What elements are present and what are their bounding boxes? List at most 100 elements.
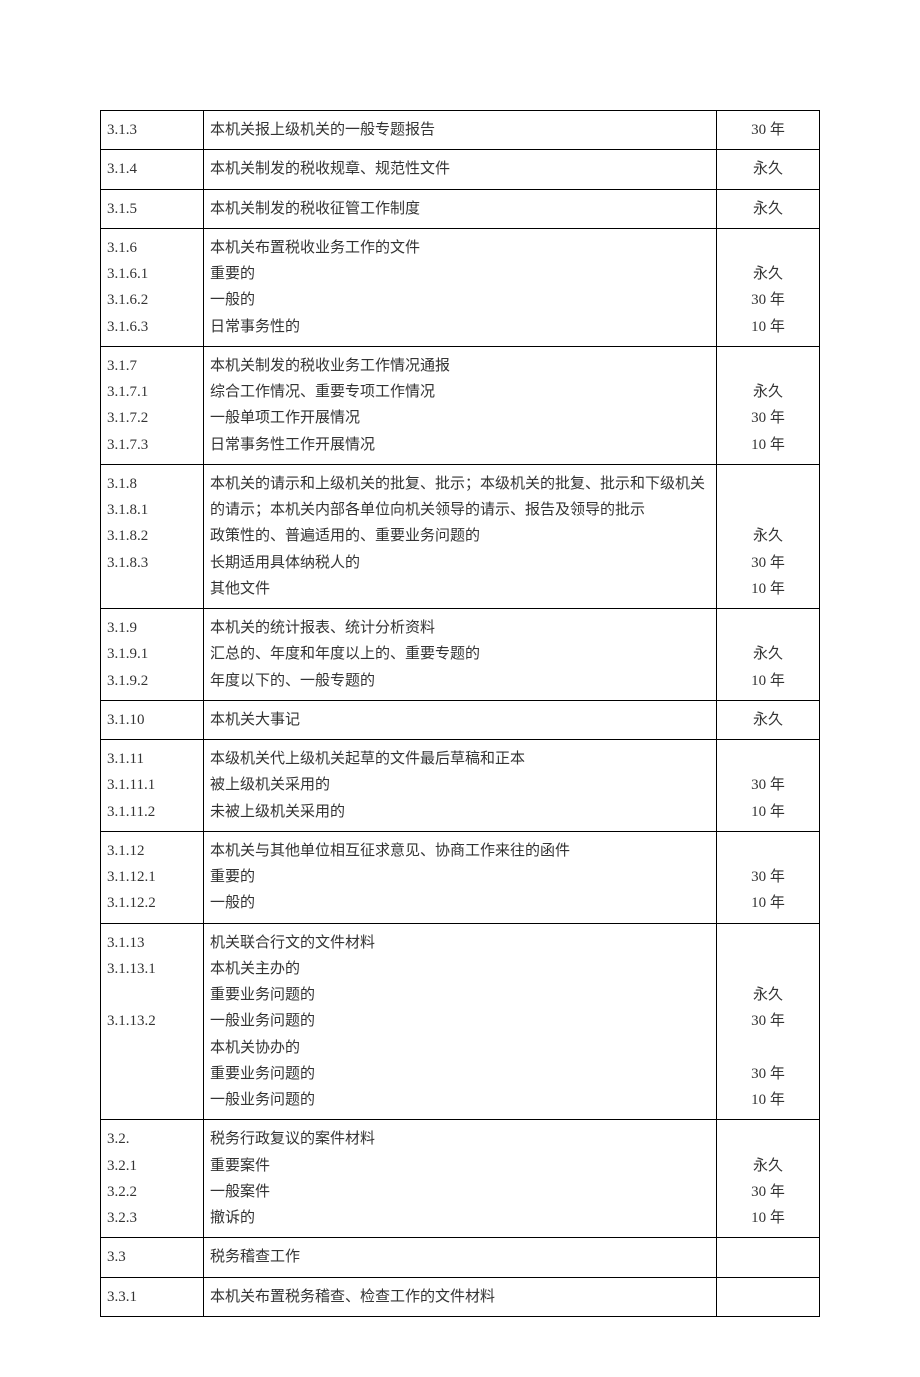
description-cell: 本机关大事记 — [204, 700, 717, 739]
code-line: 3.1.7.2 — [107, 405, 197, 431]
description-cell: 本机关的请示和上级机关的批复、批示；本级机关的批复、批示和下级机关的请示；本机关… — [204, 464, 717, 608]
code-line: 3.1.8.2 — [107, 523, 197, 549]
retention-line: 10 年 — [723, 432, 813, 458]
description-line: 本机关的统计报表、统计分析资料 — [210, 615, 710, 641]
description-line: 重要的 — [210, 261, 710, 287]
code-line: 3.1.13.1 — [107, 956, 197, 982]
description-line: 一般案件 — [210, 1179, 710, 1205]
description-line: 本机关制发的税收征管工作制度 — [210, 196, 710, 222]
description-line: 本级机关代上级机关起草的文件最后草稿和正本 — [210, 746, 710, 772]
code-line: 3.1.5 — [107, 196, 197, 222]
code-line: 3.1.6.3 — [107, 314, 197, 340]
code-line: 3.3.1 — [107, 1284, 197, 1310]
retention-line: 30 年 — [723, 1008, 813, 1034]
code-line: 3.1.8.3 — [107, 550, 197, 576]
description-cell: 本机关布置税收业务工作的文件重要的一般的日常事务性的 — [204, 228, 717, 346]
retention-table: 3.1.3本机关报上级机关的一般专题报告30 年3.1.4本机关制发的税收规章、… — [100, 110, 820, 1317]
retention-cell: 永久 — [717, 700, 820, 739]
code-line: 3.2.3 — [107, 1205, 197, 1231]
description-cell: 机关联合行文的文件材料本机关主办的重要业务问题的一般业务问题的本机关协办的重要业… — [204, 923, 717, 1120]
retention-line: 30 年 — [723, 405, 813, 431]
code-line: 3.1.6.2 — [107, 287, 197, 313]
retention-line: 永久 — [723, 261, 813, 287]
description-line: 一般的 — [210, 890, 710, 916]
code-line: 3.1.6.1 — [107, 261, 197, 287]
code-line: 3.2. — [107, 1126, 197, 1152]
description-line: 重要业务问题的 — [210, 1061, 710, 1087]
description-line: 汇总的、年度和年度以上的、重要专题的 — [210, 641, 710, 667]
retention-cell: 永久30 年10 年 — [717, 346, 820, 464]
description-line: 本机关报上级机关的一般专题报告 — [210, 117, 710, 143]
code-cell: 3.1.113.1.11.13.1.11.2 — [101, 740, 204, 832]
retention-line: 30 年 — [723, 772, 813, 798]
code-line: 3.3 — [107, 1244, 197, 1270]
code-line: 3.1.6 — [107, 235, 197, 261]
description-line: 本机关主办的 — [210, 956, 710, 982]
code-line: 3.1.13.2 — [107, 1008, 197, 1034]
description-line: 政策性的、普遍适用的、重要业务问题的 — [210, 523, 710, 549]
description-line: 一般单项工作开展情况 — [210, 405, 710, 431]
code-line: 3.1.8 — [107, 471, 197, 497]
description-line: 机关联合行文的文件材料 — [210, 930, 710, 956]
description-line: 一般的 — [210, 287, 710, 313]
code-cell: 3.1.63.1.6.13.1.6.23.1.6.3 — [101, 228, 204, 346]
code-line: 3.1.11.1 — [107, 772, 197, 798]
code-line: 3.1.12.2 — [107, 890, 197, 916]
code-line: 3.1.8.1 — [107, 497, 197, 523]
retention-line: 永久 — [723, 523, 813, 549]
code-line: 3.1.4 — [107, 156, 197, 182]
description-cell: 本机关与其他单位相互征求意见、协商工作来往的函件重要的一般的 — [204, 831, 717, 923]
description-cell: 本机关制发的税收规章、规范性文件 — [204, 150, 717, 189]
retention-line — [723, 1244, 813, 1270]
table-row: 3.1.133.1.13.1 3.1.13.2机关联合行文的文件材料本机关主办的… — [101, 923, 820, 1120]
description-cell: 本机关的统计报表、统计分析资料汇总的、年度和年度以上的、重要专题的年度以下的、一… — [204, 609, 717, 701]
description-cell: 本级机关代上级机关起草的文件最后草稿和正本被上级机关采用的未被上级机关采用的 — [204, 740, 717, 832]
retention-line: 30 年 — [723, 550, 813, 576]
retention-cell: 永久30 年 30 年10 年 — [717, 923, 820, 1120]
code-line: 3.1.9.2 — [107, 668, 197, 694]
retention-line — [723, 615, 813, 641]
table-row: 3.1.63.1.6.13.1.6.23.1.6.3本机关布置税收业务工作的文件… — [101, 228, 820, 346]
table-row: 3.1.93.1.9.13.1.9.2本机关的统计报表、统计分析资料汇总的、年度… — [101, 609, 820, 701]
retention-cell — [717, 1277, 820, 1316]
description-line: 本机关大事记 — [210, 707, 710, 733]
retention-line: 永久 — [723, 707, 813, 733]
retention-line: 10 年 — [723, 1205, 813, 1231]
table-row: 3.1.73.1.7.13.1.7.23.1.7.3 本机关制发的税收业务工作情况… — [101, 346, 820, 464]
retention-line: 10 年 — [723, 890, 813, 916]
retention-cell: 30 年 — [717, 111, 820, 150]
retention-line — [723, 471, 813, 497]
code-line: 3.1.9 — [107, 615, 197, 641]
retention-cell: 永久10 年 — [717, 609, 820, 701]
code-cell: 3.1.10 — [101, 700, 204, 739]
retention-cell: 永久30 年10 年 — [717, 464, 820, 608]
code-line: 3.1.7 — [107, 353, 197, 379]
retention-line: 10 年 — [723, 799, 813, 825]
description-line: 本机关布置税收业务工作的文件 — [210, 235, 710, 261]
code-line: 3.1.7.1 — [107, 379, 197, 405]
retention-line — [723, 353, 813, 379]
description-cell: 本机关制发的税收业务工作情况通报综合工作情况、重要专项工作情况一般单项工作开展情… — [204, 346, 717, 464]
code-cell: 3.1.4 — [101, 150, 204, 189]
retention-line: 永久 — [723, 982, 813, 1008]
retention-line: 永久 — [723, 1153, 813, 1179]
description-line: 重要案件 — [210, 1153, 710, 1179]
retention-line — [723, 1284, 813, 1310]
table-row: 3.3.1本机关布置税务稽查、检查工作的文件材料 — [101, 1277, 820, 1316]
code-cell: 3.3 — [101, 1238, 204, 1277]
retention-cell — [717, 1238, 820, 1277]
description-line: 其他文件 — [210, 576, 710, 602]
code-line: 3.1.12.1 — [107, 864, 197, 890]
description-line: 本机关协办的 — [210, 1035, 710, 1061]
retention-line: 30 年 — [723, 117, 813, 143]
retention-line: 30 年 — [723, 864, 813, 890]
code-line: 3.2.2 — [107, 1179, 197, 1205]
table-row: 3.1.4本机关制发的税收规章、规范性文件永久 — [101, 150, 820, 189]
code-line: 3.1.7.3 — [107, 432, 197, 458]
description-line: 被上级机关采用的 — [210, 772, 710, 798]
description-cell: 本机关报上级机关的一般专题报告 — [204, 111, 717, 150]
description-line: 重要业务问题的 — [210, 982, 710, 1008]
code-cell: 3.1.5 — [101, 189, 204, 228]
description-line: 未被上级机关采用的 — [210, 799, 710, 825]
table-row: 3.1.83.1.8.13.1.8.23.1.8.3 本机关的请示和上级机关的批复… — [101, 464, 820, 608]
